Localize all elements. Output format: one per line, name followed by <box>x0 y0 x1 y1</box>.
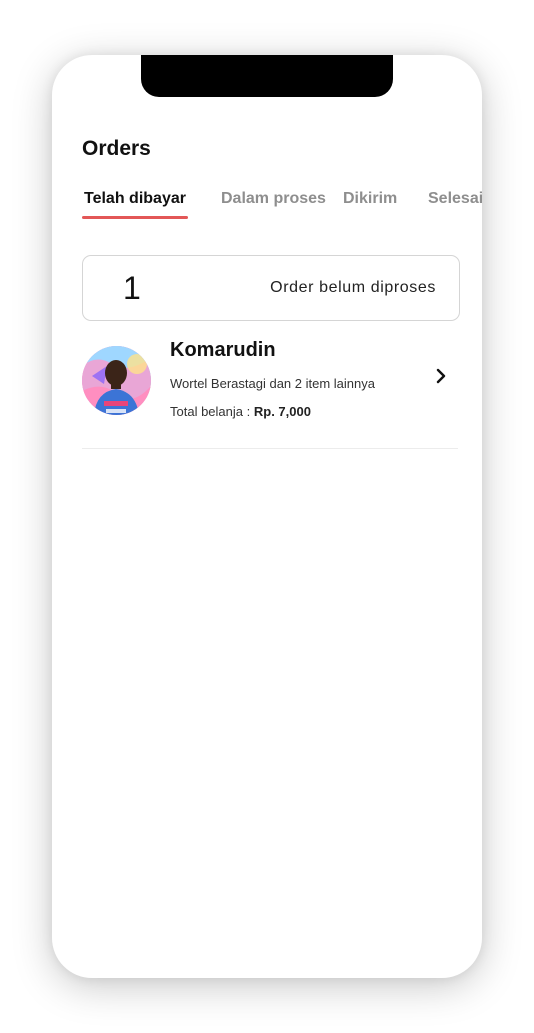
page-title: Orders <box>82 137 151 160</box>
phone-notch <box>141 55 393 97</box>
unprocessed-count: 1 <box>123 270 141 306</box>
tab-telah-dibayar[interactable]: Telah dibayar <box>84 190 186 208</box>
order-status-tabs: Telah dibayar Dalam proses Dikirim Seles… <box>82 190 482 222</box>
chevron-right-icon[interactable] <box>432 367 450 385</box>
tab-dikirim[interactable]: Dikirim <box>343 190 397 208</box>
total-label: Total belanja : <box>170 404 251 419</box>
tab-dalam-proses[interactable]: Dalam proses <box>221 190 326 208</box>
unprocessed-label: Order belum diproses <box>270 279 436 296</box>
tab-selesai[interactable]: Selesai <box>428 190 482 208</box>
order-items-summary: Wortel Berastagi dan 2 item lainnya <box>170 376 375 391</box>
customer-avatar <box>82 346 151 415</box>
total-amount: Rp. 7,000 <box>253 404 311 419</box>
phone-frame: Orders Telah dibayar Dalam proses Dikiri… <box>52 55 482 978</box>
order-total: Total belanja : Rp. 7,000 <box>170 404 311 419</box>
unprocessed-orders-card: 1 Order belum diproses <box>82 255 460 321</box>
order-list-item[interactable]: Komarudin Wortel Berastagi dan 2 item la… <box>82 339 458 449</box>
customer-name: Komarudin <box>170 339 276 361</box>
active-tab-indicator <box>82 216 188 219</box>
